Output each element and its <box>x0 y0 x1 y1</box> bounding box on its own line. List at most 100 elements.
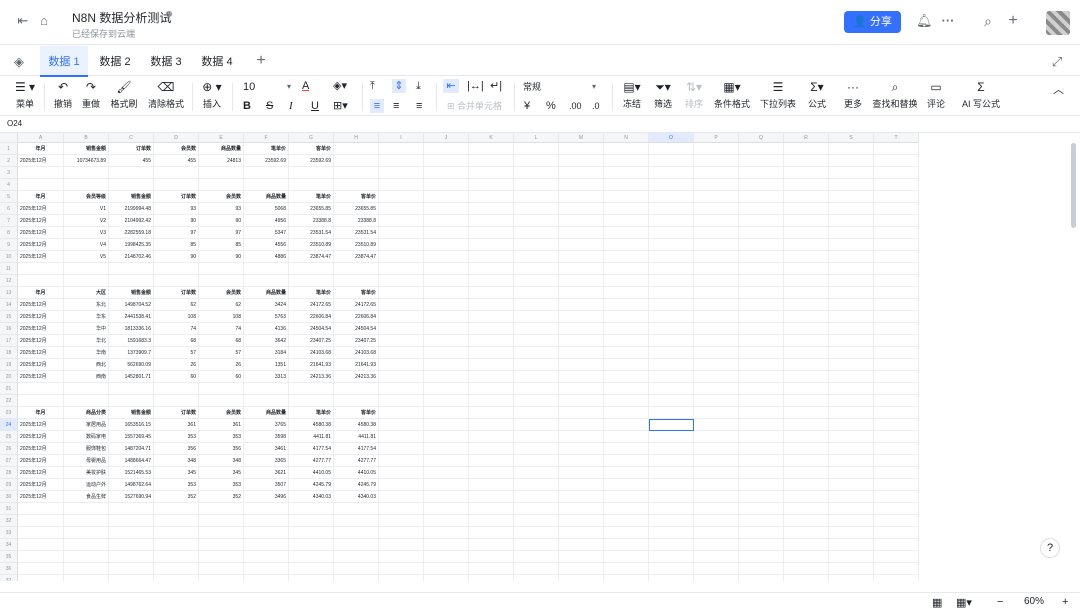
table-cell[interactable]: 345 <box>199 467 244 479</box>
table-cell[interactable] <box>694 167 739 179</box>
table-cell[interactable] <box>829 407 874 419</box>
table-cell[interactable] <box>514 371 559 383</box>
table-cell[interactable] <box>424 227 469 239</box>
column-header[interactable]: C <box>109 133 154 143</box>
table-cell[interactable] <box>559 407 604 419</box>
table-cell[interactable]: 2104992.42 <box>109 215 154 227</box>
table-cell[interactable]: 24103.68 <box>334 347 379 359</box>
table-cell[interactable] <box>154 275 199 287</box>
table-cell[interactable] <box>649 287 694 299</box>
table-cell[interactable] <box>874 467 919 479</box>
table-cell[interactable] <box>694 431 739 443</box>
table-cell[interactable] <box>649 551 694 563</box>
table-cell[interactable]: 3365 <box>244 455 289 467</box>
table-cell[interactable] <box>199 395 244 407</box>
table-cell[interactable] <box>334 275 379 287</box>
table-cell[interactable] <box>739 395 784 407</box>
table-cell[interactable] <box>379 299 424 311</box>
table-cell[interactable]: 68 <box>154 335 199 347</box>
table-cell[interactable] <box>18 179 64 191</box>
table-cell[interactable] <box>739 179 784 191</box>
table-cell[interactable] <box>469 167 514 179</box>
table-cell[interactable] <box>379 203 424 215</box>
table-cell[interactable]: 90 <box>199 251 244 263</box>
table-cell[interactable] <box>874 263 919 275</box>
table-cell[interactable] <box>829 575 874 581</box>
table-cell[interactable] <box>829 239 874 251</box>
table-cell[interactable] <box>829 515 874 527</box>
table-cell[interactable]: 353 <box>199 479 244 491</box>
table-cell[interactable] <box>604 227 649 239</box>
table-cell[interactable]: 客单价 <box>334 407 379 419</box>
table-cell[interactable] <box>739 191 784 203</box>
table-cell[interactable] <box>379 191 424 203</box>
table-cell[interactable] <box>559 155 604 167</box>
column-header[interactable]: T <box>874 133 919 143</box>
row-header[interactable]: 30 <box>0 491 18 503</box>
table-cell[interactable] <box>379 575 424 581</box>
table-cell[interactable] <box>604 179 649 191</box>
table-cell[interactable] <box>334 527 379 539</box>
table-cell[interactable]: 85 <box>199 239 244 251</box>
table-cell[interactable]: 2148702.46 <box>109 251 154 263</box>
table-cell[interactable] <box>694 239 739 251</box>
table-cell[interactable] <box>604 359 649 371</box>
table-cell[interactable]: 2025年12月 <box>18 371 64 383</box>
table-cell[interactable] <box>649 539 694 551</box>
table-cell[interactable] <box>424 203 469 215</box>
table-cell[interactable] <box>514 323 559 335</box>
table-cell[interactable] <box>514 251 559 263</box>
table-cell[interactable] <box>109 551 154 563</box>
table-cell[interactable] <box>829 203 874 215</box>
table-cell[interactable]: 客单价 <box>289 143 334 155</box>
table-cell[interactable] <box>649 323 694 335</box>
table-cell[interactable] <box>469 551 514 563</box>
table-cell[interactable] <box>469 155 514 167</box>
table-cell[interactable] <box>739 215 784 227</box>
table-cell[interactable]: 4410.05 <box>289 467 334 479</box>
table-cell[interactable] <box>64 383 109 395</box>
table-cell[interactable] <box>559 263 604 275</box>
table-cell[interactable] <box>469 419 514 431</box>
table-cell[interactable]: 352 <box>199 491 244 503</box>
fill-color-icon[interactable]: ◈▾ <box>333 79 347 93</box>
table-cell[interactable]: 74 <box>154 323 199 335</box>
table-cell[interactable] <box>514 575 559 581</box>
table-cell[interactable] <box>694 203 739 215</box>
table-cell[interactable] <box>874 359 919 371</box>
table-cell[interactable] <box>649 395 694 407</box>
table-cell[interactable] <box>784 299 829 311</box>
table-cell[interactable] <box>739 299 784 311</box>
table-cell[interactable] <box>289 563 334 575</box>
table-cell[interactable] <box>244 575 289 581</box>
table-cell[interactable] <box>784 191 829 203</box>
table-cell[interactable] <box>199 515 244 527</box>
table-cell[interactable]: 2025年12月 <box>18 215 64 227</box>
table-cell[interactable] <box>64 275 109 287</box>
table-cell[interactable] <box>829 299 874 311</box>
table-cell[interactable]: 90 <box>199 215 244 227</box>
table-cell[interactable] <box>829 323 874 335</box>
table-cell[interactable]: 4886 <box>244 251 289 263</box>
table-cell[interactable] <box>649 191 694 203</box>
table-cell[interactable] <box>244 167 289 179</box>
clear-format-button[interactable]: ⌫ 清除格式 <box>146 80 186 109</box>
table-cell[interactable] <box>739 443 784 455</box>
table-cell[interactable] <box>739 515 784 527</box>
table-cell[interactable] <box>829 479 874 491</box>
table-cell[interactable]: 23407.25 <box>289 335 334 347</box>
table-cell[interactable] <box>874 251 919 263</box>
table-cell[interactable] <box>829 275 874 287</box>
table-cell[interactable] <box>154 503 199 515</box>
table-cell[interactable] <box>604 383 649 395</box>
table-cell[interactable] <box>379 347 424 359</box>
table-cell[interactable] <box>334 563 379 575</box>
table-cell[interactable] <box>469 179 514 191</box>
table-cell[interactable] <box>469 323 514 335</box>
table-cell[interactable] <box>289 179 334 191</box>
table-cell[interactable] <box>154 179 199 191</box>
table-cell[interactable] <box>784 167 829 179</box>
table-cell[interactable] <box>379 407 424 419</box>
table-cell[interactable] <box>424 335 469 347</box>
table-cell[interactable] <box>379 143 424 155</box>
